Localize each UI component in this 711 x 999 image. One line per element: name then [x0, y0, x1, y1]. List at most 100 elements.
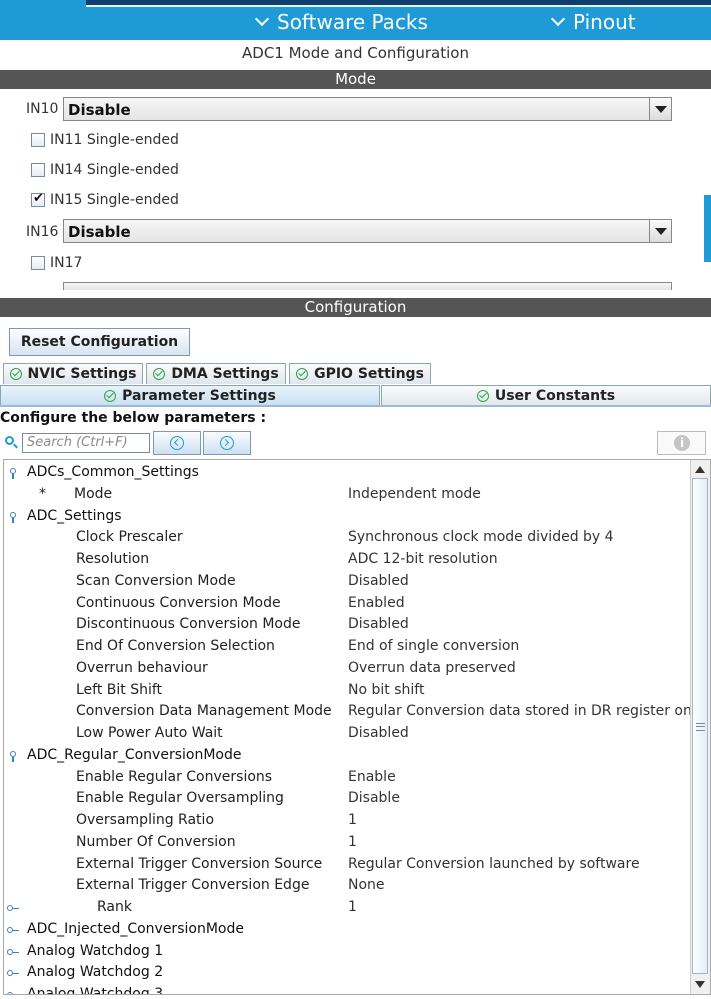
- parameter-value[interactable]: Disabled: [348, 571, 409, 592]
- in10-label: IN10: [26, 101, 59, 117]
- partial-dropdown[interactable]: [63, 282, 672, 290]
- parameter-row[interactable]: End Of Conversion Selection End of single…: [4, 636, 689, 657]
- in16-value: Disable: [68, 223, 131, 241]
- parameter-value[interactable]: Enabled: [348, 593, 405, 614]
- parameter-row[interactable]: Scan Conversion Mode Disabled: [4, 571, 689, 592]
- parameter-value[interactable]: End of single conversion: [348, 636, 519, 657]
- tab-gpio-settings[interactable]: GPIO Settings: [289, 363, 431, 384]
- parameter-row[interactable]: Enable Regular Oversampling Disable: [4, 788, 689, 809]
- parameter-name: Left Bit Shift: [76, 682, 163, 698]
- parameter-name: Scan Conversion Mode: [76, 573, 236, 589]
- in10-dropdown[interactable]: Disable: [63, 97, 672, 121]
- parameter-row[interactable]: Left Bit Shift No bit shift: [4, 680, 689, 701]
- tree-group[interactable]: ADC_Settings: [4, 506, 689, 527]
- expanded-node-icon[interactable]: [10, 512, 16, 523]
- expanded-node-icon[interactable]: [10, 468, 16, 479]
- check-circle-icon: [9, 368, 22, 380]
- search-input[interactable]: Search (Ctrl+F): [22, 433, 150, 453]
- in17-checkbox[interactable]: [31, 256, 45, 270]
- tree-group[interactable]: Analog Watchdog 2: [4, 962, 689, 983]
- check-circle-icon: [153, 368, 166, 380]
- parameter-value[interactable]: Independent mode: [348, 484, 481, 505]
- parameter-row[interactable]: Overrun behaviour Overrun data preserved: [4, 658, 689, 679]
- parameter-value[interactable]: Disabled: [348, 614, 409, 635]
- search-icon: [5, 436, 14, 445]
- scroll-thumb[interactable]: [692, 478, 708, 974]
- channel-checkbox[interactable]: [31, 191, 45, 207]
- tab-user-constants[interactable]: User Constants: [381, 385, 711, 406]
- group-name: Analog Watchdog 1: [27, 943, 164, 959]
- parameter-name: Discontinuous Conversion Mode: [76, 616, 301, 632]
- parameter-row[interactable]: Conversion Data Management Mode Regular C…: [4, 701, 704, 722]
- parameter-value[interactable]: Overrun data preserved: [348, 658, 516, 679]
- scroll-down-arrow-icon[interactable]: [695, 981, 705, 988]
- rank-row[interactable]: Rank 1: [4, 897, 689, 918]
- tab-dma-settings[interactable]: DMA Settings: [146, 363, 286, 384]
- dropdown-arrow-icon[interactable]: [649, 98, 671, 120]
- dropdown-arrow-icon[interactable]: [649, 220, 671, 242]
- parameter-row[interactable]: External Trigger Conversion Source Regula…: [4, 854, 689, 875]
- scroll-up-arrow-icon[interactable]: [695, 466, 705, 473]
- parameter-value[interactable]: Enable: [348, 767, 396, 788]
- tab-label: Parameter Settings: [122, 388, 276, 404]
- tree-group[interactable]: ADCs_Common_Settings: [4, 462, 689, 483]
- pinout-menu[interactable]: Pinout: [550, 10, 636, 34]
- reset-configuration-button[interactable]: Reset Configuration: [9, 328, 190, 356]
- info-button[interactable]: i: [657, 431, 706, 455]
- arrow-right-icon: [220, 436, 234, 450]
- software-packs-menu[interactable]: Software Packs: [254, 10, 428, 34]
- tab-label: GPIO Settings: [314, 366, 424, 382]
- software-packs-label: Software Packs: [277, 10, 428, 34]
- parameter-value[interactable]: 1: [348, 810, 357, 831]
- parameter-row[interactable]: Clock Prescaler Synchronous clock mode di…: [4, 527, 689, 548]
- parameter-row[interactable]: Low Power Auto Wait Disabled: [4, 723, 689, 744]
- collapsed-node-icon[interactable]: [7, 970, 19, 976]
- mode-scrollbar[interactable]: [704, 195, 711, 262]
- parameter-value[interactable]: 1: [348, 897, 357, 918]
- parameter-value[interactable]: 1: [348, 832, 357, 853]
- parameter-row[interactable]: External Trigger Conversion Edge None: [4, 875, 689, 896]
- check-circle-icon: [476, 390, 489, 402]
- parameter-value[interactable]: ADC 12-bit resolution: [348, 549, 498, 570]
- tab-parameter-settings[interactable]: Parameter Settings: [0, 385, 380, 406]
- parameter-row[interactable]: Oversampling Ratio 1: [4, 810, 689, 831]
- expanded-node-icon[interactable]: [10, 751, 16, 762]
- parameter-value[interactable]: None: [348, 875, 385, 896]
- top-strip-highlight: [86, 5, 711, 7]
- tree-group[interactable]: Analog Watchdog 3: [4, 984, 689, 994]
- search-previous-button[interactable]: [153, 431, 201, 455]
- parameter-value[interactable]: Regular Conversion launched by software: [348, 854, 640, 875]
- parameter-value[interactable]: Synchronous clock mode divided by 4: [348, 527, 614, 548]
- tab-nvic-settings[interactable]: NVIC Settings: [3, 363, 143, 384]
- channel-checkbox[interactable]: [31, 163, 45, 177]
- search-next-button[interactable]: [203, 431, 251, 455]
- parameter-row[interactable]: Enable Regular Conversions Enable: [4, 767, 689, 788]
- parameter-row[interactable]: Discontinuous Conversion Mode Disabled: [4, 614, 689, 635]
- tree-group[interactable]: Analog Watchdog 1: [4, 941, 689, 962]
- parameter-row[interactable]: Number Of Conversion 1: [4, 832, 689, 853]
- pinout-label: Pinout: [573, 10, 636, 34]
- collapsed-node-icon[interactable]: [7, 927, 19, 933]
- collapsed-node-icon[interactable]: [7, 992, 13, 994]
- in16-dropdown[interactable]: Disable: [63, 219, 672, 243]
- parameter-row[interactable]: Resolution ADC 12-bit resolution: [4, 549, 689, 570]
- parameter-name: Conversion Data Management Mode: [76, 703, 332, 719]
- parameter-row[interactable]: * Mode Independent mode: [4, 484, 689, 505]
- parameter-value[interactable]: Disable: [348, 788, 400, 809]
- parameter-row[interactable]: Continuous Conversion Mode Enabled: [4, 593, 689, 614]
- chevron-down-icon: [550, 11, 566, 27]
- parameter-tree: ADCs_Common_Settings * Mode Independent mod…: [3, 459, 711, 995]
- tree-scrollbar[interactable]: [690, 460, 710, 994]
- parameter-value[interactable]: Disabled: [348, 723, 409, 744]
- tree-group[interactable]: ADC_Regular_ConversionMode: [4, 745, 689, 766]
- parameter-name: Enable Regular Conversions: [76, 769, 273, 785]
- parameter-value[interactable]: No bit shift: [348, 680, 424, 701]
- tree-group[interactable]: ADC_Injected_ConversionMode: [4, 919, 689, 940]
- parameter-value[interactable]: Regular Conversion data stored in DR reg…: [348, 701, 704, 722]
- collapsed-node-icon[interactable]: [7, 949, 19, 955]
- channel-checkbox[interactable]: [31, 133, 45, 147]
- collapsed-node-icon[interactable]: [7, 905, 19, 911]
- parameter-name: Rank: [97, 899, 132, 915]
- tab-underline: [0, 405, 711, 407]
- parameter-name: Mode: [74, 486, 113, 502]
